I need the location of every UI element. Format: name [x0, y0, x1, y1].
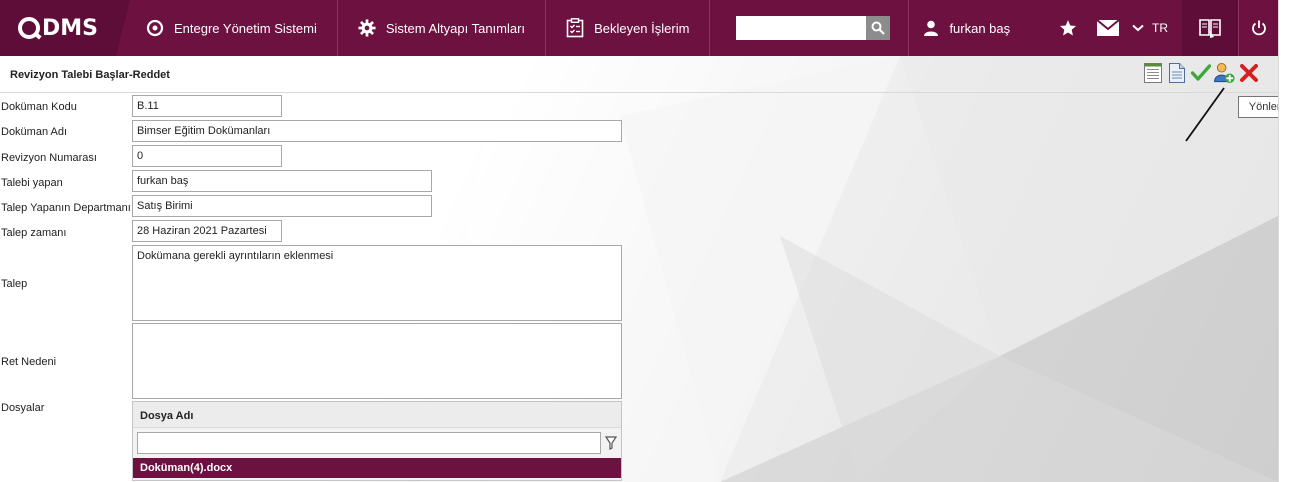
search-input[interactable] — [736, 16, 867, 40]
messages-button[interactable] — [1088, 0, 1128, 56]
label-dokuman-kodu: Doküman Kodu — [1, 101, 77, 113]
nav-item-label: Entegre Yönetim Sistemi — [174, 20, 317, 36]
label-revizyon-numarasi: Revizyon Numarası — [1, 152, 97, 164]
user-icon — [924, 20, 939, 36]
book-icon — [1199, 19, 1221, 38]
dokuman-kodu-field[interactable]: B.11 — [132, 95, 282, 117]
favorites-button[interactable] — [1048, 0, 1088, 56]
revizyon-numarasi-field[interactable]: 0 — [132, 145, 282, 167]
power-icon — [1251, 20, 1266, 36]
clipboard-check-icon — [566, 18, 584, 38]
ret-nedeni-textarea[interactable] — [132, 323, 622, 399]
talep-textarea[interactable]: Dokümana gerekli ayrıntıların eklenmesi — [132, 245, 622, 321]
list-view-button[interactable] — [1142, 62, 1163, 83]
document-button[interactable] — [1166, 62, 1187, 83]
page-title: Revizyon Talebi Başlar-Reddet — [10, 69, 170, 81]
close-x-icon — [1239, 63, 1258, 82]
reject-button[interactable] — [1238, 62, 1259, 83]
gear-icon — [358, 19, 376, 37]
qdms-circle-icon — [146, 19, 164, 37]
right-tools: TR — [1048, 0, 1278, 56]
logout-button[interactable] — [1238, 0, 1278, 56]
label-dosyalar: Dosyalar — [1, 402, 45, 414]
file-row[interactable]: Doküman(4).docx — [133, 458, 621, 478]
language-selector[interactable]: TR — [1128, 21, 1182, 35]
user-name: furkan baş — [949, 20, 1011, 36]
logo-q-icon — [18, 17, 40, 39]
label-talep: Talep — [1, 278, 28, 290]
annotation-arrow-line — [1185, 87, 1225, 142]
search-box — [710, 0, 910, 56]
help-book-button[interactable] — [1182, 0, 1238, 56]
tooltip-yonlendir: Yönlendir — [1238, 96, 1278, 118]
checkmark-icon — [1190, 63, 1211, 81]
files-grid: Dosya Adı Doküman(4).docx — [132, 401, 622, 481]
user-add-icon — [1214, 62, 1235, 83]
label-talebi-yapan: Talebi yapan — [1, 177, 63, 189]
search-icon — [871, 21, 886, 35]
language-code: TR — [1152, 21, 1168, 35]
search-button[interactable] — [866, 16, 891, 40]
files-column-header[interactable]: Dosya Adı — [133, 402, 621, 428]
page-header: Revizyon Talebi Başlar-Reddet — [0, 56, 1278, 93]
label-ret-nedeni: Ret Nedeni — [1, 356, 57, 368]
dokuman-adi-field[interactable]: Bimser Eğitim Dokümanları — [132, 120, 622, 142]
label-talep-yapanin-departmani: Talep Yapanın Departmanı — [1, 202, 131, 214]
talep-zamani-field[interactable]: 28 Haziran 2021 Pazartesi — [132, 220, 282, 242]
nav-item-bekleyen-islerim[interactable]: Bekleyen İşlerim — [546, 0, 711, 56]
nav-item-label: Sistem Altyapı Tanımları — [385, 20, 526, 36]
user-menu[interactable]: furkan baş — [909, 0, 1048, 56]
forward-button[interactable] — [1214, 62, 1235, 83]
logo-mark: DMS — [18, 16, 98, 41]
approve-button[interactable] — [1190, 62, 1211, 83]
chevron-down-icon — [1132, 24, 1144, 32]
top-navigation-bar: DMS Entegre Yönetim Sistemi Sistem Altya… — [0, 0, 1278, 56]
talebi-yapan-field[interactable]: furkan baş — [132, 170, 432, 192]
files-filter-row — [133, 428, 621, 458]
logo-text: DMS — [42, 15, 98, 41]
logo[interactable]: DMS — [0, 0, 130, 56]
star-icon — [1059, 20, 1077, 36]
nav-item-sistem-altyapi[interactable]: Sistem Altyapı Tanımları — [338, 0, 547, 56]
label-talep-zamani: Talep zamanı — [1, 227, 67, 239]
label-dokuman-adi: Doküman Adı — [1, 126, 68, 138]
nav-item-label: Bekleyen İşlerim — [594, 20, 690, 36]
mail-icon — [1097, 20, 1119, 36]
list-document-icon — [1143, 62, 1162, 83]
departman-field[interactable]: Satış Birimi — [132, 195, 432, 217]
right-scroll-area — [1278, 0, 1307, 482]
nav-item-entegre-yonetim[interactable]: Entegre Yönetim Sistemi — [130, 0, 338, 56]
files-filter-input[interactable] — [137, 432, 601, 454]
filter-funnel-icon[interactable] — [605, 436, 617, 450]
action-toolbar — [1142, 62, 1259, 83]
content-area: Revizyon Talebi Başlar-Reddet Doküman Ko… — [0, 56, 1278, 482]
document-icon — [1168, 62, 1185, 83]
